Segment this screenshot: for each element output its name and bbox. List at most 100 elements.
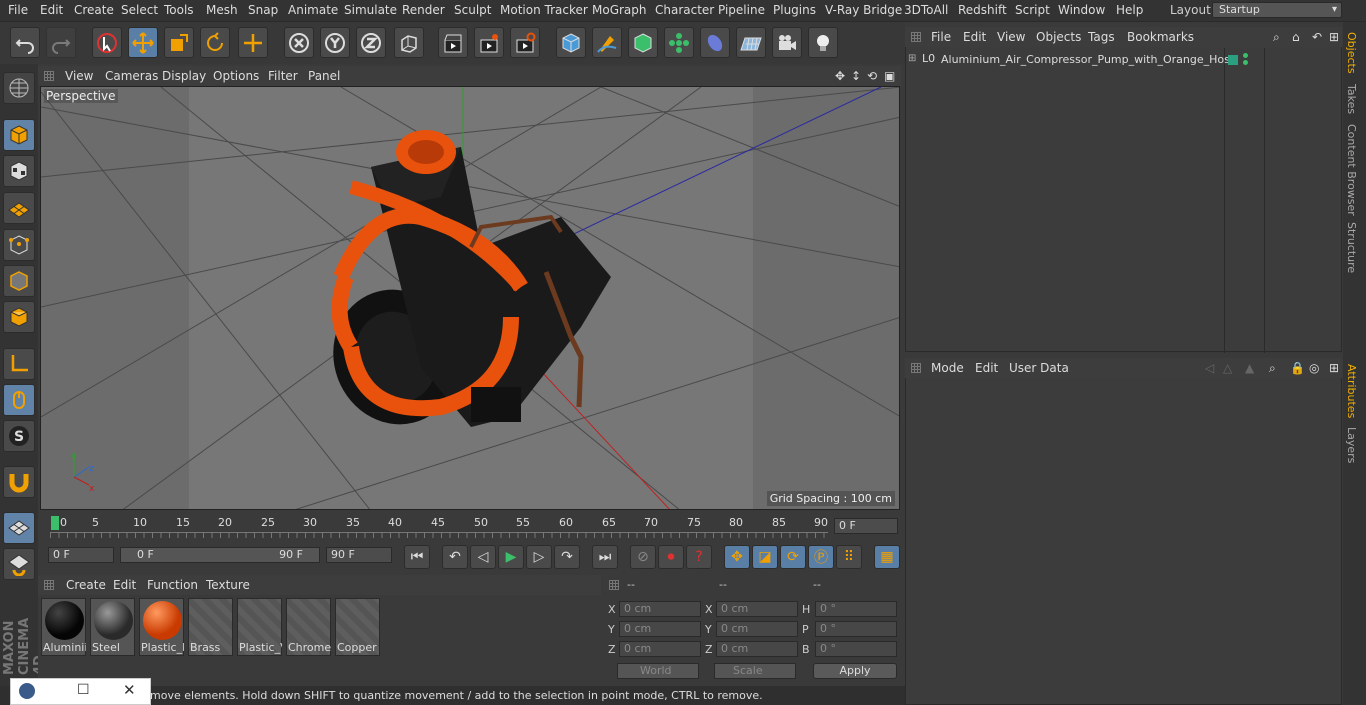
rotation-h-field[interactable]: 0 ° (815, 601, 897, 617)
viewport-menu-cameras[interactable]: Cameras (105, 69, 158, 83)
transform-tool-button[interactable] (238, 27, 268, 58)
object-back-icon[interactable]: ↶ (1312, 30, 1322, 44)
viewport-menu-display[interactable]: Display (162, 69, 206, 83)
x-axis-button[interactable] (284, 27, 314, 58)
timeline-ruler[interactable]: 0 5 10 15 20 25 30 35 40 45 50 55 60 65 … (38, 512, 901, 542)
rotation-p-field[interactable]: 0 ° (815, 621, 897, 637)
material-swatch[interactable]: Chrome (286, 598, 331, 656)
viewport-maximize-icon[interactable]: ▣ (884, 69, 895, 83)
attribute-target-icon[interactable]: ◎ (1309, 361, 1319, 375)
size-x-field[interactable]: 0 cm (716, 601, 798, 617)
menu-pipeline[interactable]: Pipeline (718, 3, 765, 17)
axis-mode-button[interactable] (3, 348, 35, 380)
record-keys-button[interactable]: ⊘ (630, 545, 656, 569)
live-selection-button[interactable] (92, 27, 122, 58)
layout-select[interactable]: Startup (1212, 2, 1342, 18)
edges-mode-button[interactable] (3, 265, 35, 297)
object-new-panel-icon[interactable]: ⊞ (1329, 30, 1339, 44)
object-menu-bookmarks[interactable]: Bookmarks (1127, 30, 1194, 44)
menu-edit[interactable]: Edit (40, 3, 63, 17)
material-swatch[interactable]: Aluminii (41, 598, 86, 656)
scale-tool-button[interactable] (164, 27, 194, 58)
position-z-field[interactable]: 0 cm (619, 641, 701, 657)
key-pla-button[interactable]: ⠿ (836, 545, 862, 569)
pen-spline-button[interactable] (592, 27, 622, 58)
viewport-menu-panel[interactable]: Panel (308, 69, 340, 83)
material-menu-edit[interactable]: Edit (113, 578, 136, 592)
menu-character[interactable]: Character (655, 3, 714, 17)
viewport-move-icon[interactable]: ✥ (835, 69, 845, 83)
material-menu-texture[interactable]: Texture (206, 578, 250, 592)
tab-attributes[interactable]: Attributes (1345, 364, 1358, 418)
make-editable-button[interactable] (3, 72, 35, 104)
rotation-b-field[interactable]: 0 ° (815, 641, 897, 657)
keyframe-selection-button[interactable]: ? (686, 545, 712, 569)
key-rotation-button[interactable]: ⟳ (780, 545, 806, 569)
tab-objects[interactable]: Objects (1345, 32, 1358, 74)
workplane-button[interactable] (3, 192, 35, 224)
tab-structure[interactable]: Structure (1345, 222, 1358, 273)
deformer-button[interactable] (700, 27, 730, 58)
scale-select[interactable]: Scale (714, 663, 796, 679)
material-menu-create[interactable]: Create (66, 578, 106, 592)
attribute-nav-left-icon[interactable]: ◁ (1205, 361, 1214, 375)
position-y-field[interactable]: 0 cm (619, 621, 701, 637)
menu-vray-bridge[interactable]: V-Ray Bridge (825, 3, 902, 17)
viewport-rotate-icon[interactable]: ⟲ (867, 69, 877, 83)
material-swatch[interactable]: Steel (90, 598, 135, 656)
material-swatch[interactable]: Copper (335, 598, 380, 656)
size-z-field[interactable]: 0 cm (716, 641, 798, 657)
menu-motion-tracker[interactable]: Motion Tracker (500, 3, 588, 17)
tab-layers[interactable]: Layers (1345, 427, 1358, 463)
render-visibility-dot[interactable] (1243, 60, 1248, 65)
menu-file[interactable]: File (8, 3, 28, 17)
key-position-button[interactable]: ✥ (724, 545, 750, 569)
object-menu-edit[interactable]: Edit (963, 30, 986, 44)
menu-sculpt[interactable]: Sculpt (454, 3, 491, 17)
menu-render[interactable]: Render (402, 3, 445, 17)
attribute-menu-edit[interactable]: Edit (975, 361, 998, 375)
subdivision-button[interactable] (628, 27, 658, 58)
menu-mesh[interactable]: Mesh (206, 3, 238, 17)
menu-tools[interactable]: Tools (164, 3, 194, 17)
world-select[interactable]: World (617, 663, 699, 679)
material-menu-function[interactable]: Function (147, 578, 198, 592)
autokeying-button[interactable]: ⏺ (658, 545, 684, 569)
object-menu-file[interactable]: File (931, 30, 951, 44)
menu-help[interactable]: Help (1116, 3, 1143, 17)
next-key-button[interactable]: ↷ (554, 545, 580, 569)
object-menu-objects[interactable]: Objects (1036, 30, 1081, 44)
attribute-nav-up-icon[interactable]: △ (1223, 361, 1232, 375)
playhead-marker[interactable] (51, 516, 59, 530)
maximize-icon[interactable]: ☐ (77, 682, 90, 698)
object-name[interactable]: Aluminium_Air_Compressor_Pump_with_Orang… (941, 53, 1237, 66)
object-search-icon[interactable]: ⌕ (1273, 30, 1280, 45)
rotate-tool-button[interactable] (200, 27, 230, 58)
previous-key-button[interactable]: ↶ (442, 545, 468, 569)
go-to-end-button[interactable]: ⏭ (592, 545, 618, 569)
viewport-menu-options[interactable]: Options (213, 69, 259, 83)
close-icon[interactable]: ✕ (123, 681, 136, 699)
object-row[interactable]: ⊞ L0 Aluminium_Air_Compressor_Pump_with_… (908, 52, 1338, 68)
cube-button[interactable] (556, 27, 586, 58)
locked-workplane-button[interactable] (3, 548, 35, 580)
attribute-lock-icon[interactable]: 🔒 (1290, 361, 1305, 375)
menu-select[interactable]: Select (121, 3, 158, 17)
magnet-button[interactable] (3, 466, 35, 498)
attribute-search-icon[interactable]: ⌕ (1269, 361, 1276, 376)
timeline-window-button[interactable]: ▦ (874, 545, 900, 569)
workplane-lock-button[interactable] (3, 512, 35, 544)
viewport-zoom-icon[interactable]: ↕ (851, 69, 861, 83)
move-tool-button[interactable] (128, 27, 158, 58)
menu-animate[interactable]: Animate (288, 3, 338, 17)
object-home-icon[interactable]: ⌂ (1292, 30, 1300, 44)
tab-content-browser[interactable]: Content Browser (1345, 124, 1358, 216)
polygons-mode-button[interactable] (3, 301, 35, 333)
material-swatch[interactable]: Plastic_V (237, 598, 282, 656)
menu-snap[interactable]: Snap (248, 3, 278, 17)
viewport-menu-filter[interactable]: Filter (268, 69, 298, 83)
tweak-mode-button[interactable] (3, 384, 35, 416)
3d-viewport[interactable]: y z x Perspective Grid Spacing : 100 cm (40, 86, 900, 510)
menu-script[interactable]: Script (1015, 3, 1050, 17)
z-axis-button[interactable] (356, 27, 386, 58)
